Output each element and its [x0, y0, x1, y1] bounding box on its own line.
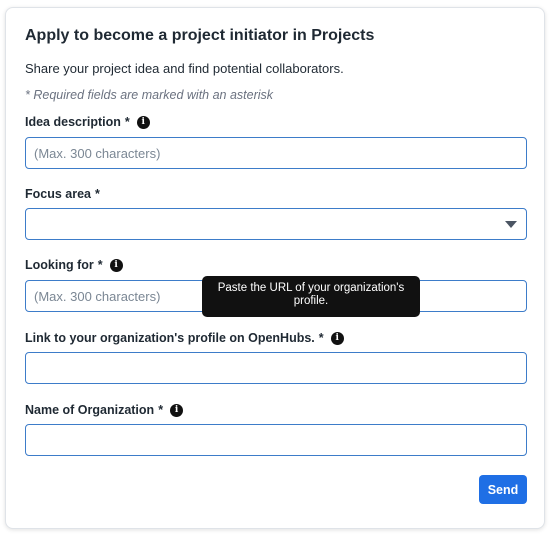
org-name-input[interactable] — [25, 424, 527, 456]
idea-description-label-text: Idea description — [25, 115, 121, 129]
info-icon[interactable]: i — [170, 403, 184, 417]
idea-description-label: Idea description * i — [25, 115, 150, 129]
org-name-label-text: Name of Organization — [25, 403, 155, 417]
required-asterisk: * — [124, 115, 130, 129]
org-name-label: Name of Organization * i — [25, 403, 184, 417]
looking-for-label: Looking for * i — [25, 258, 123, 272]
required-asterisk: * — [97, 258, 103, 272]
required-fields-note: * Required fields are marked with an ast… — [25, 88, 274, 102]
looking-for-label-text: Looking for — [25, 258, 94, 272]
required-asterisk: * — [95, 187, 100, 201]
org-profile-link-input[interactable] — [25, 352, 527, 384]
org-profile-tooltip: Paste the URL of your organization's pro… — [202, 276, 420, 317]
required-asterisk: * — [318, 331, 324, 345]
application-form-card: Apply to become a project initiator in P… — [5, 7, 545, 529]
form-title: Apply to become a project initiator in P… — [25, 27, 375, 44]
focus-area-label-text: Focus area — [25, 187, 92, 201]
form-subtitle: Share your project idea and find potenti… — [25, 61, 344, 76]
info-icon[interactable]: i — [109, 258, 123, 272]
idea-description-input[interactable] — [25, 137, 527, 169]
focus-area-select[interactable] — [25, 208, 527, 240]
org-profile-link-label-text: Link to your organization's profile on O… — [25, 331, 315, 345]
info-icon[interactable]: i — [330, 331, 344, 345]
send-button[interactable]: Send — [479, 475, 527, 504]
required-asterisk: * — [158, 403, 164, 417]
org-profile-link-label: Link to your organization's profile on O… — [25, 331, 344, 345]
focus-area-label: Focus area * — [25, 187, 100, 201]
dropdown-caret-icon — [505, 221, 517, 228]
info-icon[interactable]: i — [136, 115, 150, 129]
